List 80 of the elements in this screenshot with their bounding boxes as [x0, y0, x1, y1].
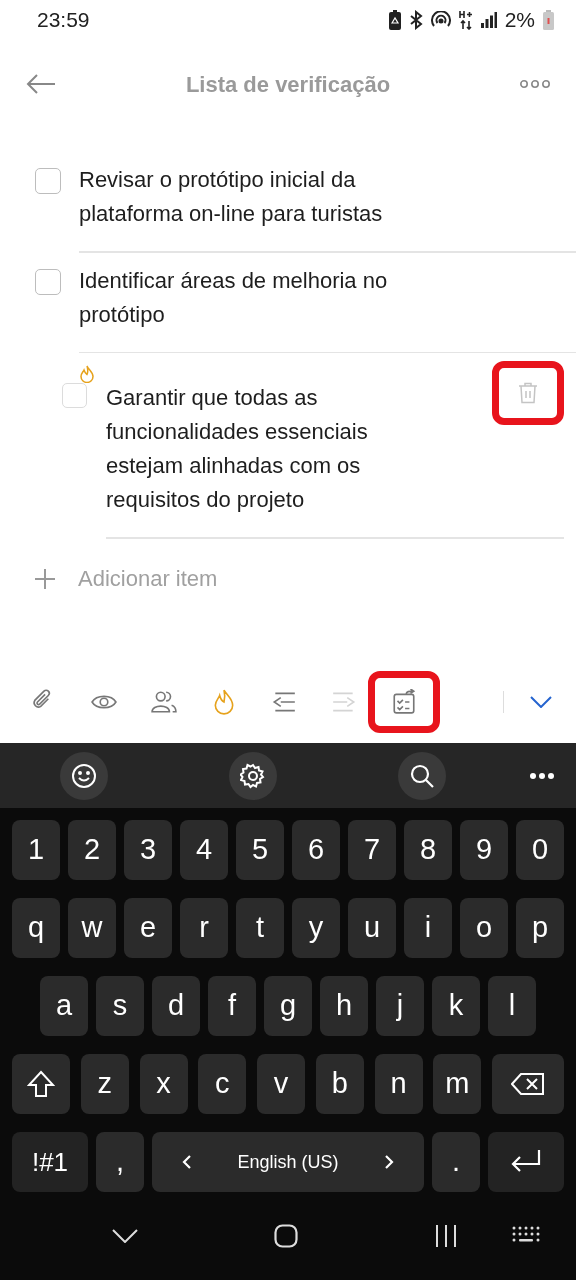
- key[interactable]: k: [432, 976, 480, 1036]
- checklist-arrow-icon[interactable]: [391, 689, 417, 715]
- settings-button[interactable]: [229, 751, 277, 800]
- key[interactable]: u: [348, 898, 396, 958]
- key[interactable]: r: [180, 898, 228, 958]
- mobile-data-icon: [458, 10, 473, 30]
- checkbox[interactable]: [35, 268, 61, 295]
- key[interactable]: n: [374, 1054, 423, 1114]
- key[interactable]: x: [139, 1054, 188, 1114]
- signal-icon: [480, 12, 497, 28]
- page-title: Lista de verificação: [185, 70, 391, 99]
- plus-icon[interactable]: [34, 567, 56, 590]
- emoji-button[interactable]: [60, 751, 108, 800]
- key[interactable]: 0: [516, 820, 564, 880]
- trash-icon: [518, 382, 538, 404]
- smiley-icon: [71, 762, 97, 789]
- space-bar[interactable]: English (US): [152, 1132, 424, 1192]
- key[interactable]: s: [96, 976, 144, 1036]
- symbols-key[interactable]: !#1: [12, 1132, 88, 1192]
- shift-icon: [27, 1070, 55, 1098]
- status-time: 23:59: [37, 7, 90, 34]
- checkbox[interactable]: [35, 168, 61, 194]
- more-icon[interactable]: [530, 772, 554, 779]
- collapse-icon[interactable]: [530, 696, 552, 708]
- home-icon[interactable]: [274, 1224, 298, 1248]
- battery-saver-icon: [388, 10, 401, 30]
- backspace-key[interactable]: [492, 1054, 564, 1114]
- key[interactable]: 3: [124, 820, 172, 880]
- backspace-icon: [511, 1072, 545, 1096]
- key[interactable]: z: [80, 1054, 129, 1114]
- battery-icon: [543, 10, 554, 30]
- item-text: Revisar o protótipo inicial da plataforma on-line para turistas: [79, 166, 384, 228]
- hotspot-icon: [430, 11, 451, 29]
- key[interactable]: 5: [236, 820, 284, 880]
- key[interactable]: 1: [12, 820, 60, 880]
- key[interactable]: t: [236, 898, 284, 958]
- key[interactable]: 8: [404, 820, 452, 880]
- enter-key[interactable]: [488, 1132, 564, 1192]
- key[interactable]: 6: [292, 820, 340, 880]
- key[interactable]: i: [404, 898, 452, 958]
- battery-percent: 2%: [504, 7, 535, 34]
- key[interactable]: 2: [68, 820, 116, 880]
- key[interactable]: ,: [96, 1132, 144, 1192]
- key[interactable]: a: [40, 976, 88, 1036]
- key[interactable]: 7: [348, 820, 396, 880]
- people-icon[interactable]: [151, 689, 177, 715]
- key[interactable]: f: [208, 976, 256, 1036]
- chevron-right-icon: [384, 1154, 394, 1170]
- shift-key[interactable]: [12, 1054, 70, 1114]
- key[interactable]: y: [292, 898, 340, 958]
- back-icon[interactable]: [26, 73, 56, 95]
- key[interactable]: w: [68, 898, 116, 958]
- key[interactable]: .: [432, 1132, 480, 1192]
- key[interactable]: m: [433, 1054, 482, 1114]
- chevron-left-icon: [182, 1154, 192, 1170]
- key[interactable]: 9: [460, 820, 508, 880]
- key[interactable]: h: [320, 976, 368, 1036]
- key[interactable]: e: [124, 898, 172, 958]
- key[interactable]: v: [257, 1054, 305, 1114]
- key[interactable]: j: [376, 976, 424, 1036]
- hide-keyboard-icon[interactable]: [112, 1229, 138, 1243]
- item-text: Identificar áreas de melhoria no protótipo: [79, 266, 389, 329]
- add-item-field[interactable]: Adicionar item: [78, 562, 478, 595]
- key[interactable]: 4: [180, 820, 228, 880]
- search-icon: [409, 762, 435, 789]
- key[interactable]: b: [315, 1054, 364, 1114]
- key[interactable]: l: [488, 976, 536, 1036]
- checkbox[interactable]: [62, 383, 87, 408]
- key[interactable]: q: [12, 898, 60, 958]
- search-button[interactable]: [398, 751, 446, 800]
- keyboard-language: English (US): [237, 1150, 339, 1174]
- key[interactable]: c: [198, 1054, 247, 1114]
- settings-icon: [240, 762, 266, 789]
- key[interactable]: g: [264, 976, 312, 1036]
- item-text: Garantir que todas as funcionalidades essenciais estejam alinhadas com os requisitos do projeto: [106, 384, 369, 514]
- key[interactable]: d: [152, 976, 200, 1036]
- bluetooth-icon: [408, 10, 423, 30]
- key[interactable]: o: [460, 898, 508, 958]
- recents-icon[interactable]: [434, 1224, 458, 1248]
- key[interactable]: p: [516, 898, 564, 958]
